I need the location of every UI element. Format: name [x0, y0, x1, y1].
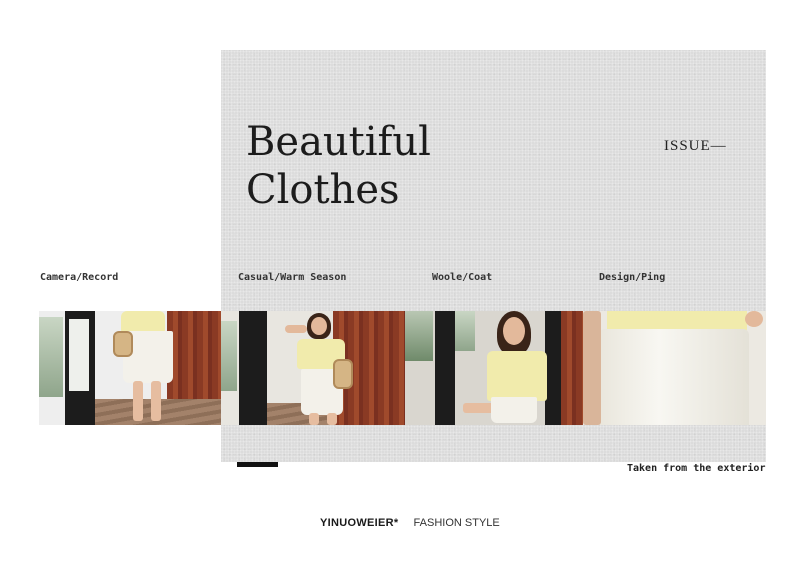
caption-woole-coat: Woole/Coat [432, 272, 493, 283]
brand-name: YINUOWEIER* [320, 517, 399, 529]
brand-tagline: FASHION STYLE [413, 517, 500, 529]
title-line-2: Clothes [246, 167, 400, 213]
footer-note: Taken from the exterior [627, 463, 766, 474]
accent-bar [237, 462, 278, 467]
caption-camera-record: Camera/Record [40, 272, 119, 283]
photo-model-wood-wall [221, 311, 405, 425]
photo-model-doorway [39, 311, 221, 425]
issue-label: ISSUE— [664, 138, 727, 154]
photo-strip [39, 311, 766, 425]
brand-footer: YINUOWEIER* FASHION STYLE [320, 517, 500, 529]
page-title: Beautiful Clothes [246, 118, 431, 214]
caption-design-ping: Design/Ping [599, 272, 666, 283]
photo-shorts-closeup [583, 311, 766, 425]
title-line-1: Beautiful [246, 119, 431, 165]
photo-model-seated [405, 311, 583, 425]
caption-casual-warm-season: Casual/Warm Season [238, 272, 347, 283]
